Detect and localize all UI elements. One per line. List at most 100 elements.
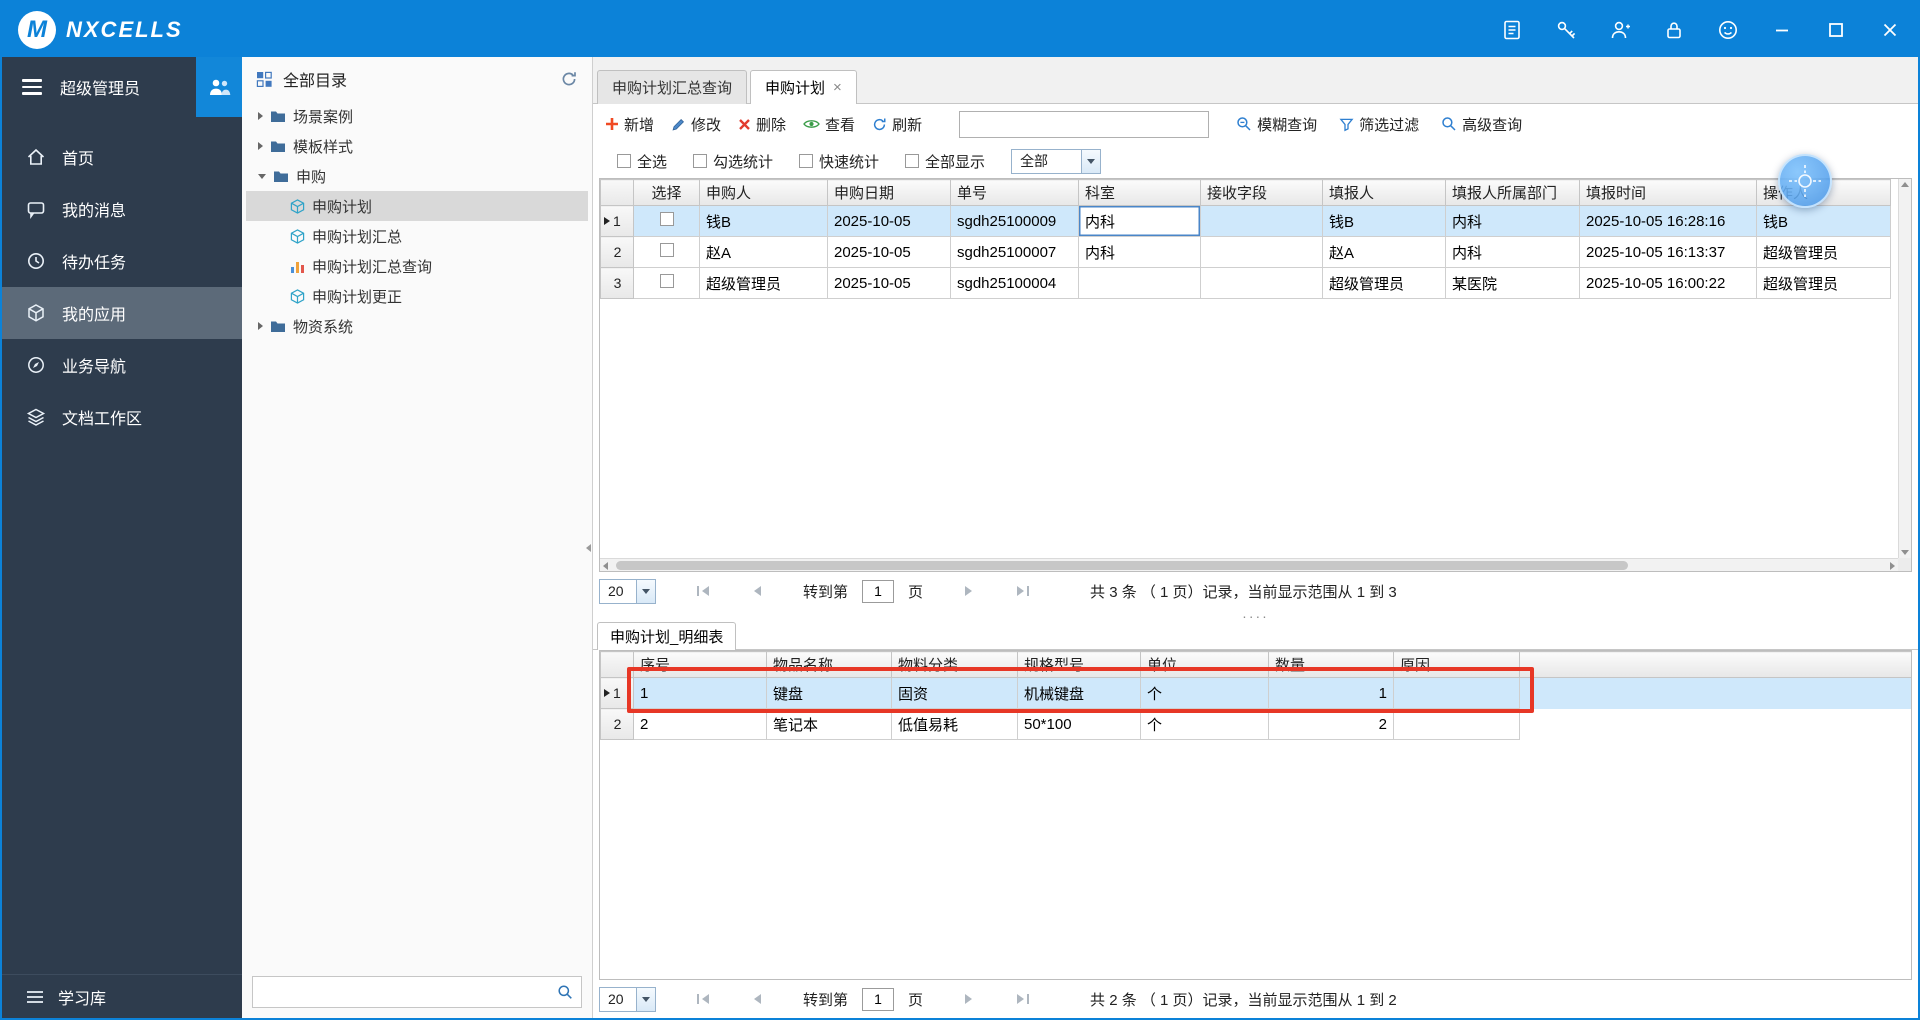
tab-close-icon[interactable]: × [833,80,842,95]
table-cell[interactable]: 固资 [892,678,1018,709]
table-row[interactable]: 1 钱B 2025-10-05 sgdh25100009 内科 钱B 内科 20… [601,206,1891,237]
column-header[interactable]: 申购日期 [828,180,951,206]
table-cell[interactable]: sgdh25100009 [951,206,1079,237]
column-header[interactable]: 原因 [1394,652,1520,678]
table-cell[interactable]: 内科 [1079,237,1201,268]
row-select-cell[interactable] [634,206,700,237]
table-cell[interactable] [1079,268,1201,299]
row-marker[interactable]: 2 [601,709,634,740]
close-button[interactable] [1878,18,1902,42]
floating-assistant-button[interactable] [1778,154,1832,208]
modify-button[interactable]: 修改 [671,114,721,135]
search-icon[interactable] [557,984,573,1000]
sidebar-item-business-nav[interactable]: 业务导航 [2,339,242,391]
column-header[interactable]: 填报人所属部门 [1446,180,1580,206]
tree-node-purchase-plan-summary-query[interactable]: 申购计划汇总查询 [246,251,588,281]
tab-detail-table[interactable]: 申购计划_明细表 [597,622,736,650]
table-cell[interactable]: 赵A [1323,237,1446,268]
row-marker[interactable]: 1 [601,206,634,237]
page-number-input[interactable] [862,988,894,1011]
dropdown-arrow-icon[interactable] [636,988,655,1011]
column-header[interactable]: 规格型号 [1018,652,1141,678]
table-cell[interactable] [1394,678,1520,709]
select-all-checkbox[interactable]: 全选 [617,151,667,172]
refresh-tree-icon[interactable] [560,70,578,88]
last-page-button[interactable] [1015,993,1030,1005]
maximize-button[interactable] [1824,18,1848,42]
row-marker[interactable]: 1 [601,678,634,709]
scroll-left-icon[interactable] [603,562,608,570]
table-cell[interactable]: 2 [634,709,767,740]
table-row[interactable]: 1 1 键盘 固资 机械键盘 个 1 [601,678,1912,709]
refresh-button[interactable]: 刷新 [872,114,922,135]
table-cell[interactable]: 内科 [1446,206,1580,237]
chevron-right-icon[interactable] [258,322,263,330]
scrollbar-thumb[interactable] [616,561,1628,570]
table-cell[interactable]: 超级管理员 [1757,268,1891,299]
table-cell[interactable]: sgdh25100007 [951,237,1079,268]
table-cell[interactable]: 50*100 [1018,709,1141,740]
scope-select[interactable]: 全部 [1011,149,1101,174]
tree-node-template-styles[interactable]: 模板样式 [246,131,588,161]
table-cell[interactable]: 个 [1141,678,1269,709]
column-header[interactable]: 数量 [1269,652,1394,678]
tools-key-icon[interactable] [1554,18,1578,42]
sidebar-item-doc-workspace[interactable]: 文档工作区 [2,391,242,443]
checkbox-icon[interactable] [905,154,919,168]
tree-node-purchase-plan[interactable]: 申购计划 [246,191,588,221]
column-header[interactable]: 申购人 [700,180,828,206]
column-header[interactable]: 单位 [1141,652,1269,678]
checkbox-icon[interactable] [617,154,631,168]
table-cell[interactable]: 超级管理员 [700,268,828,299]
table-cell[interactable]: 内科 [1446,237,1580,268]
table-cell[interactable]: 钱B [1323,206,1446,237]
menu-hamburger-icon[interactable] [22,79,42,95]
page-number-input[interactable] [862,580,894,603]
column-header[interactable]: 序号 [634,652,767,678]
check-stats-checkbox[interactable]: 勾选统计 [693,151,773,172]
fuzzy-query-button[interactable]: 模糊查询 [1236,114,1317,135]
prev-page-button[interactable] [751,993,763,1005]
row-marker[interactable]: 3 [601,268,634,299]
table-cell[interactable] [1394,709,1520,740]
row-checkbox[interactable] [660,243,674,257]
switch-user-button[interactable] [196,57,242,117]
column-header[interactable]: 物品名称 [767,652,892,678]
checkbox-icon[interactable] [693,154,707,168]
page-size-select[interactable]: 20 [599,987,656,1012]
row-select-cell[interactable] [634,268,700,299]
vertical-scrollbar[interactable] [1898,179,1911,558]
column-header[interactable]: 填报人 [1323,180,1446,206]
chevron-down-icon[interactable] [258,174,266,179]
tree-node-scene-cases[interactable]: 场景案例 [246,101,588,131]
table-cell[interactable]: 2025-10-05 [828,206,951,237]
table-cell[interactable]: 低值易耗 [892,709,1018,740]
table-row[interactable]: 2 赵A 2025-10-05 sgdh25100007 内科 赵A 内科 20… [601,237,1891,268]
lock-icon[interactable] [1662,18,1686,42]
tree-search-input[interactable] [261,984,557,1000]
table-cell[interactable]: 钱B [700,206,828,237]
advanced-query-button[interactable]: 高级查询 [1441,114,1522,135]
delete-button[interactable]: 删除 [738,114,786,135]
tree-node-purchase-plan-summary[interactable]: 申购计划汇总 [246,221,588,251]
table-cell[interactable]: 2025-10-05 16:00:22 [1580,268,1757,299]
quick-stats-checkbox[interactable]: 快速统计 [799,151,879,172]
user-icon[interactable] [1608,18,1632,42]
table-cell[interactable]: 1 [1269,678,1394,709]
first-page-button[interactable] [696,585,711,597]
chevron-right-icon[interactable] [258,142,263,150]
table-cell[interactable]: 2025-10-05 16:13:37 [1580,237,1757,268]
row-marker[interactable]: 2 [601,237,634,268]
table-cell[interactable]: 超级管理员 [1323,268,1446,299]
table-cell-editing[interactable]: 内科 [1079,206,1201,237]
form-list-icon[interactable] [1500,18,1524,42]
table-cell[interactable]: 2025-10-05 [828,268,951,299]
panel-collapse-handle[interactable] [583,535,593,561]
table-cell[interactable]: 个 [1141,709,1269,740]
table-cell[interactable]: 赵A [700,237,828,268]
add-button[interactable]: 新增 [605,114,654,135]
tree-node-purchase-plan-correction[interactable]: 申购计划更正 [246,281,588,311]
sidebar-item-my-apps[interactable]: 我的应用 [2,287,242,339]
table-cell[interactable]: 机械键盘 [1018,678,1141,709]
tab-purchase-plan-summary-query[interactable]: 申购计划汇总查询 [597,70,747,104]
